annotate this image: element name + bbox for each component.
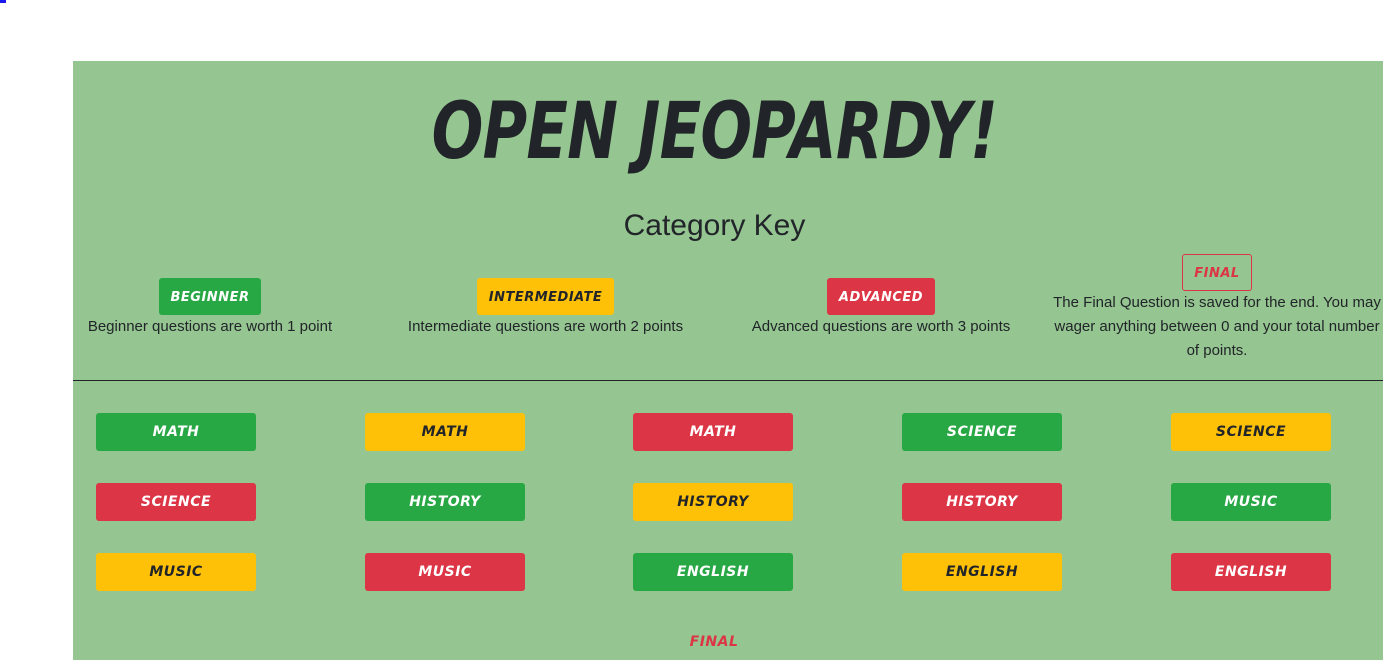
advanced-badge: Advanced [826,278,936,315]
advanced-description: Advanced questions are worth 3 points [751,318,1011,335]
beginner-description: Beginner questions are worth 1 point [87,318,333,335]
section-divider [73,380,1383,381]
intermediate-badge: Intermediate [476,278,615,315]
category-button-science-green[interactable]: Science [902,413,1062,451]
category-key-heading: Category Key [623,209,806,242]
jeopardy-board: Open Jeopardy! Category Key Beginner Beg… [73,61,1383,660]
category-button-english-yellow[interactable]: English [902,553,1062,591]
category-button-history-yellow[interactable]: History [633,483,793,521]
key-advanced: Advanced Advanced questions are worth 3 … [738,278,1024,339]
category-button-music-yellow[interactable]: Music [96,553,256,591]
category-button-english-red[interactable]: English [1171,553,1331,591]
final-badge: Final [1182,254,1252,291]
category-button-math-green[interactable]: Math [96,413,256,451]
category-button-math-yellow[interactable]: Math [365,413,525,451]
category-button-music-red[interactable]: Music [365,553,525,591]
category-button-math-red[interactable]: Math [633,413,793,451]
beginner-badge: Beginner [158,278,262,315]
category-button-science-red[interactable]: Science [96,483,256,521]
category-button-english-green[interactable]: English [633,553,793,591]
category-button-history-green[interactable]: History [365,483,525,521]
key-final: Final The Final Question is saved for th… [1049,254,1383,363]
intermediate-description: Intermediate questions are worth 2 point… [407,318,684,335]
category-button-science-yellow[interactable]: Science [1171,413,1331,451]
final-description: The Final Question is saved for the end.… [1053,294,1381,359]
page-title: Open Jeopardy! [431,87,998,177]
category-button-history-red[interactable]: History [902,483,1062,521]
corner-artifact [0,0,6,3]
category-button-music-green[interactable]: Music [1171,483,1331,521]
key-intermediate: Intermediate Intermediate questions are … [383,278,708,339]
key-beginner: Beginner Beginner questions are worth 1 … [73,278,347,339]
final-question-button[interactable]: Final [634,623,794,660]
